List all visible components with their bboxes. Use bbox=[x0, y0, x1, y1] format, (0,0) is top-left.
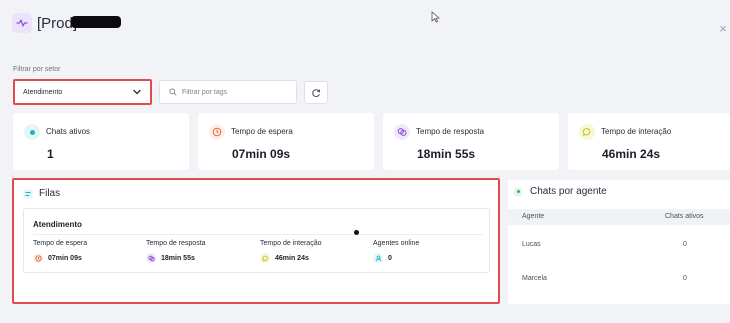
agent-chats: 0 bbox=[683, 275, 687, 282]
stat-value: 07min 09s bbox=[232, 147, 291, 161]
metric-value: 07min 09s bbox=[48, 254, 82, 262]
stat-card-interaction-time: Tempo de interação 46min 24s bbox=[568, 113, 730, 170]
stat-card-response-time: Tempo de resposta 18min 55s bbox=[383, 113, 559, 170]
queues-panel: Filas Atendimento Tempo de espera 07min … bbox=[12, 178, 500, 304]
redacted-name bbox=[71, 16, 121, 28]
stat-card-active-chats: Chats ativos 1 bbox=[13, 113, 189, 170]
agents-title: Chats por agente bbox=[530, 186, 607, 197]
column-header: Agente bbox=[522, 213, 545, 220]
close-icon[interactable]: × bbox=[717, 22, 729, 35]
divider bbox=[33, 234, 483, 235]
metric-value: 0 bbox=[388, 254, 392, 262]
stat-value: 46min 24s bbox=[602, 147, 661, 161]
metric-label: Agentes online bbox=[373, 240, 420, 247]
metric-value: 46min 24s bbox=[275, 254, 309, 262]
queue-icon bbox=[23, 189, 33, 198]
queues-header: Filas bbox=[23, 188, 60, 199]
tags-filter-input[interactable] bbox=[182, 88, 292, 96]
stat-value: 1 bbox=[47, 147, 54, 161]
chat-bubbles-icon bbox=[394, 124, 410, 140]
table-row[interactable]: Marcela 0 bbox=[508, 271, 730, 287]
queue-metric-agents-online: Agentes online 0 bbox=[373, 240, 419, 263]
search-icon bbox=[169, 88, 177, 96]
stat-card-wait-time: Tempo de espera 07min 09s bbox=[198, 113, 374, 170]
chevron-down-icon bbox=[133, 89, 141, 95]
stat-label: Tempo de interação bbox=[601, 127, 672, 136]
sector-filter-label: Filtrar por setor bbox=[13, 66, 61, 73]
agent-icon bbox=[373, 253, 383, 263]
live-dot-icon bbox=[24, 124, 40, 140]
refresh-icon bbox=[312, 88, 321, 97]
queues-title: Filas bbox=[39, 188, 61, 199]
metric-label: Tempo de resposta bbox=[146, 240, 206, 247]
table-row[interactable]: Lucas 0 bbox=[508, 237, 730, 253]
queue-metric-interaction: Tempo de interação 46min 24s bbox=[260, 240, 321, 263]
column-header: Chats ativos bbox=[665, 213, 704, 220]
activity-icon bbox=[12, 13, 32, 33]
sector-select[interactable]: Atendimento bbox=[13, 79, 152, 105]
agent-chats: 0 bbox=[683, 241, 687, 248]
dot-marker bbox=[354, 230, 359, 235]
agents-panel: Chats por agente Agente Chats ativos Luc… bbox=[508, 180, 730, 304]
stat-label: Tempo de resposta bbox=[416, 127, 485, 136]
agents-table-header: Agente Chats ativos bbox=[508, 209, 730, 225]
agents-header: Chats por agente bbox=[514, 186, 607, 197]
message-icon bbox=[579, 124, 595, 140]
queue-metric-wait: Tempo de espera 07min 09s bbox=[33, 240, 87, 263]
agent-name: Marcela bbox=[522, 275, 547, 282]
queue-metric-response: Tempo de resposta 18min 55s bbox=[146, 240, 206, 263]
live-dot-icon bbox=[514, 187, 522, 196]
mouse-cursor-icon bbox=[431, 10, 441, 23]
stat-label: Tempo de espera bbox=[231, 127, 293, 136]
metric-label: Tempo de interação bbox=[260, 240, 322, 247]
clock-icon bbox=[33, 253, 43, 263]
queue-name: Atendimento bbox=[33, 220, 82, 229]
chat-bubbles-icon bbox=[146, 253, 156, 263]
message-icon bbox=[260, 253, 270, 263]
metric-label: Tempo de espera bbox=[33, 240, 88, 247]
refresh-button[interactable] bbox=[304, 81, 328, 104]
sector-select-value: Atendimento bbox=[23, 88, 63, 96]
top-bar: [Prod] × bbox=[0, 0, 730, 52]
clock-icon bbox=[209, 124, 225, 140]
agent-name: Lucas bbox=[522, 241, 541, 248]
metric-value: 18min 55s bbox=[161, 254, 195, 262]
stat-label: Chats ativos bbox=[46, 127, 91, 136]
tags-filter-field[interactable] bbox=[159, 80, 297, 104]
queue-card[interactable]: Atendimento Tempo de espera 07min 09s Te… bbox=[23, 208, 490, 273]
stat-value: 18min 55s bbox=[417, 147, 476, 161]
